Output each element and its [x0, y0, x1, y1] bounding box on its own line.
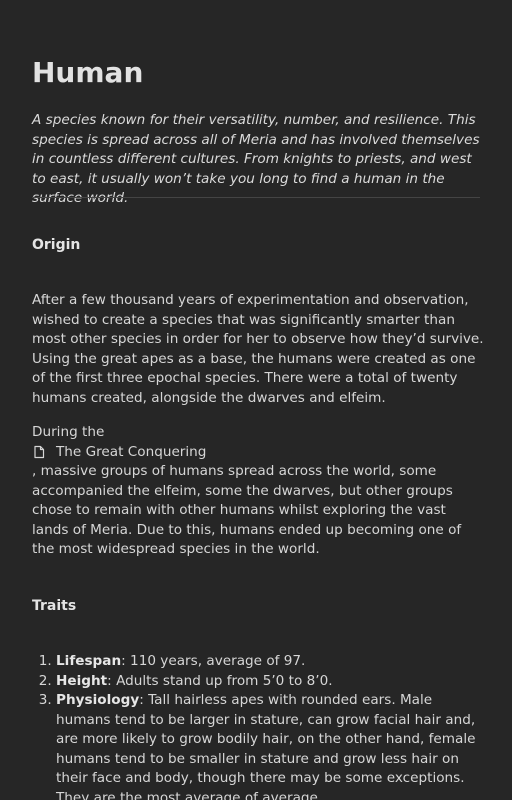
divider — [32, 197, 480, 198]
great-conquering-link[interactable]: The Great Conquering — [32, 442, 206, 462]
trait-text: : Adults stand up from 5’0 to 8’0. — [107, 672, 333, 689]
list-item: Lifespan: 110 years, average of 97. — [56, 652, 482, 672]
trait-label: Lifespan — [56, 653, 122, 669]
trait-text: : 110 years, average of 97. — [121, 653, 306, 669]
trait-label: Physiology — [56, 692, 140, 708]
list-item: Height: Adults stand up from 5’0 to 8’0. — [56, 672, 482, 692]
section-heading-traits: Traits — [32, 598, 77, 614]
list-item: Physiology: Tall hairless apes with roun… — [56, 691, 482, 800]
origin-paragraph-2-prefix: During the — [32, 424, 105, 440]
intro-text: A species known for their versatility, n… — [32, 112, 480, 206]
origin-paragraph-2-suffix: , massive groups of humans spread across… — [32, 463, 462, 557]
link-label: The Great Conquering — [56, 444, 207, 460]
document-icon — [32, 445, 46, 459]
origin-paragraph-1: After a few thousand years of experiment… — [32, 292, 484, 406]
trait-text: : Tall hairless apes with rounded ears. … — [56, 692, 476, 800]
section-heading-origin: Origin — [32, 237, 81, 253]
page-title: Human — [32, 56, 144, 89]
traits-list: Lifespan: 110 years, average of 97. Heig… — [32, 652, 482, 800]
article-page: Human A species known for their versatil… — [0, 0, 512, 800]
trait-label: Height — [56, 672, 108, 689]
